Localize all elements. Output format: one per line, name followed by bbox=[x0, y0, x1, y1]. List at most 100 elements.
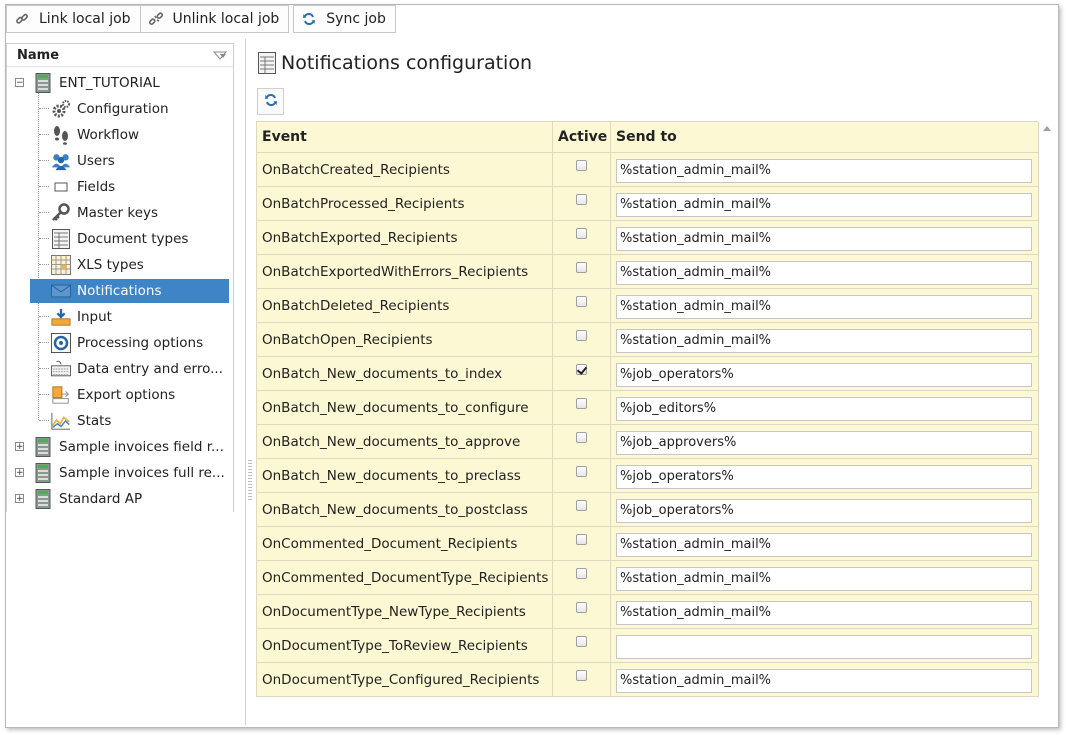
send-to-input[interactable] bbox=[616, 634, 1032, 659]
active-checkbox[interactable] bbox=[576, 636, 587, 647]
tree-header[interactable]: Name bbox=[7, 44, 233, 67]
table-row: OnBatchDeleted_Recipients bbox=[256, 288, 1039, 323]
active-checkbox[interactable] bbox=[576, 500, 587, 511]
active-checkbox[interactable] bbox=[576, 296, 587, 307]
send-to-input[interactable] bbox=[616, 566, 1032, 591]
link-local-job-button[interactable]: Link local job bbox=[6, 5, 141, 33]
tree-item-stats[interactable]: Stats bbox=[51, 409, 229, 433]
table-row: OnBatchExported_Recipients bbox=[256, 220, 1039, 255]
active-cell bbox=[552, 492, 611, 527]
send-to-input[interactable] bbox=[616, 362, 1032, 387]
table-row: OnBatchExportedWithErrors_Recipients bbox=[256, 254, 1039, 289]
active-checkbox[interactable] bbox=[576, 364, 587, 375]
tree-root-standard-ap[interactable]: Standard AP bbox=[33, 487, 142, 511]
root-collapse-toggle[interactable]: − bbox=[15, 78, 24, 88]
active-cell bbox=[552, 628, 611, 663]
sync-job-button[interactable]: Sync job bbox=[293, 5, 396, 33]
send-to-input[interactable] bbox=[616, 328, 1032, 353]
active-checkbox[interactable] bbox=[576, 466, 587, 477]
tree-root-sample-invoices-field[interactable]: Sample invoices field r... bbox=[33, 435, 224, 459]
send-to-input[interactable] bbox=[616, 464, 1032, 489]
event-cell: OnDocumentType_Configured_Recipients bbox=[256, 662, 553, 697]
active-checkbox[interactable] bbox=[576, 432, 587, 443]
expand-toggle[interactable]: + bbox=[15, 442, 24, 452]
table-row: OnBatch_New_documents_to_postclass bbox=[256, 492, 1039, 527]
tree-item-fields[interactable]: Fields bbox=[51, 175, 229, 199]
tree-item-users[interactable]: Users bbox=[51, 149, 229, 173]
active-checkbox[interactable] bbox=[576, 160, 587, 171]
key-icon bbox=[51, 203, 71, 223]
column-header-event[interactable]: Event bbox=[256, 121, 553, 153]
tree-root-label: ENT_TUTORIAL bbox=[59, 75, 160, 91]
tree-item-configuration[interactable]: Configuration bbox=[51, 97, 229, 121]
sync-icon bbox=[264, 93, 278, 111]
unlink-local-job-button[interactable]: Unlink local job bbox=[140, 5, 290, 33]
tree-root-sample-invoices-full[interactable]: Sample invoices full re... bbox=[33, 461, 225, 485]
active-checkbox[interactable] bbox=[576, 568, 587, 579]
send-to-input[interactable] bbox=[616, 396, 1032, 421]
active-cell bbox=[552, 186, 611, 221]
tree-item-xls-types[interactable]: XLS types bbox=[51, 253, 229, 277]
job-tree: Name − ENT_TUTORIAL Configuration Workfl… bbox=[6, 43, 234, 512]
active-checkbox[interactable] bbox=[576, 602, 587, 613]
send-to-cell bbox=[610, 424, 1039, 459]
table-row: OnBatchOpen_Recipients bbox=[256, 322, 1039, 357]
tree-item-export-options[interactable]: Export options bbox=[51, 383, 229, 407]
send-to-cell bbox=[610, 186, 1039, 221]
send-to-input[interactable] bbox=[616, 294, 1032, 319]
table-row: OnBatch_New_documents_to_preclass bbox=[256, 458, 1039, 493]
send-to-cell bbox=[610, 356, 1039, 391]
active-checkbox[interactable] bbox=[576, 194, 587, 205]
column-header-active[interactable]: Active bbox=[552, 121, 611, 153]
active-checkbox[interactable] bbox=[576, 228, 587, 239]
send-to-input[interactable] bbox=[616, 260, 1032, 285]
send-to-input[interactable] bbox=[616, 668, 1032, 693]
send-to-cell bbox=[610, 390, 1039, 425]
scroll-up-arrow-icon[interactable] bbox=[1043, 126, 1051, 131]
tree-item-input[interactable]: Input bbox=[51, 305, 229, 329]
tree-item-label: Workflow bbox=[77, 127, 139, 143]
active-checkbox[interactable] bbox=[576, 262, 587, 273]
tree-item-processing-options[interactable]: Processing options bbox=[51, 331, 229, 355]
active-checkbox[interactable] bbox=[576, 330, 587, 341]
sort-icon[interactable] bbox=[212, 50, 228, 60]
active-checkbox[interactable] bbox=[576, 670, 587, 681]
table-row: OnBatch_New_documents_to_index bbox=[256, 356, 1039, 391]
tree-item-document-types[interactable]: Document types bbox=[51, 227, 229, 251]
table-row: OnBatch_New_documents_to_approve bbox=[256, 424, 1039, 459]
send-to-input[interactable] bbox=[616, 430, 1032, 455]
tree-root-ent-tutorial[interactable]: ENT_TUTORIAL bbox=[33, 71, 160, 95]
active-cell bbox=[552, 220, 611, 255]
tree-root-label: Sample invoices field r... bbox=[59, 439, 224, 455]
send-to-input[interactable] bbox=[616, 158, 1032, 183]
active-checkbox[interactable] bbox=[576, 398, 587, 409]
send-to-input[interactable] bbox=[616, 498, 1032, 523]
tree-item-label: Data entry and erro... bbox=[77, 361, 223, 377]
expand-toggle[interactable]: + bbox=[15, 468, 24, 478]
vertical-scrollbar[interactable] bbox=[1040, 121, 1054, 714]
active-cell bbox=[552, 322, 611, 357]
refresh-button[interactable] bbox=[257, 88, 284, 115]
spreadsheet-icon bbox=[51, 255, 71, 275]
send-to-input[interactable] bbox=[616, 600, 1032, 625]
tree-item-label: Document types bbox=[77, 231, 189, 247]
panel-splitter[interactable] bbox=[245, 39, 246, 725]
splitter-grip[interactable] bbox=[248, 460, 252, 500]
notifications-icon bbox=[51, 281, 71, 301]
tree-header-label: Name bbox=[17, 47, 60, 63]
column-header-send-to[interactable]: Send to bbox=[610, 121, 1039, 153]
send-to-input[interactable] bbox=[616, 226, 1032, 251]
document-types-icon bbox=[258, 52, 278, 74]
active-checkbox[interactable] bbox=[576, 534, 587, 545]
tree-item-notifications[interactable]: Notifications bbox=[30, 279, 229, 303]
tree-item-data-entry[interactable]: Data entry and erro... bbox=[51, 357, 229, 381]
tree-item-workflow[interactable]: Workflow bbox=[51, 123, 229, 147]
expand-toggle[interactable]: + bbox=[15, 494, 24, 504]
send-to-input[interactable] bbox=[616, 192, 1032, 217]
tree-item-label: Notifications bbox=[77, 283, 162, 299]
active-cell bbox=[552, 288, 611, 323]
tree-item-label: Processing options bbox=[77, 335, 204, 351]
send-to-input[interactable] bbox=[616, 532, 1032, 557]
tree-item-master-keys[interactable]: Master keys bbox=[51, 201, 229, 225]
send-to-cell bbox=[610, 628, 1039, 663]
